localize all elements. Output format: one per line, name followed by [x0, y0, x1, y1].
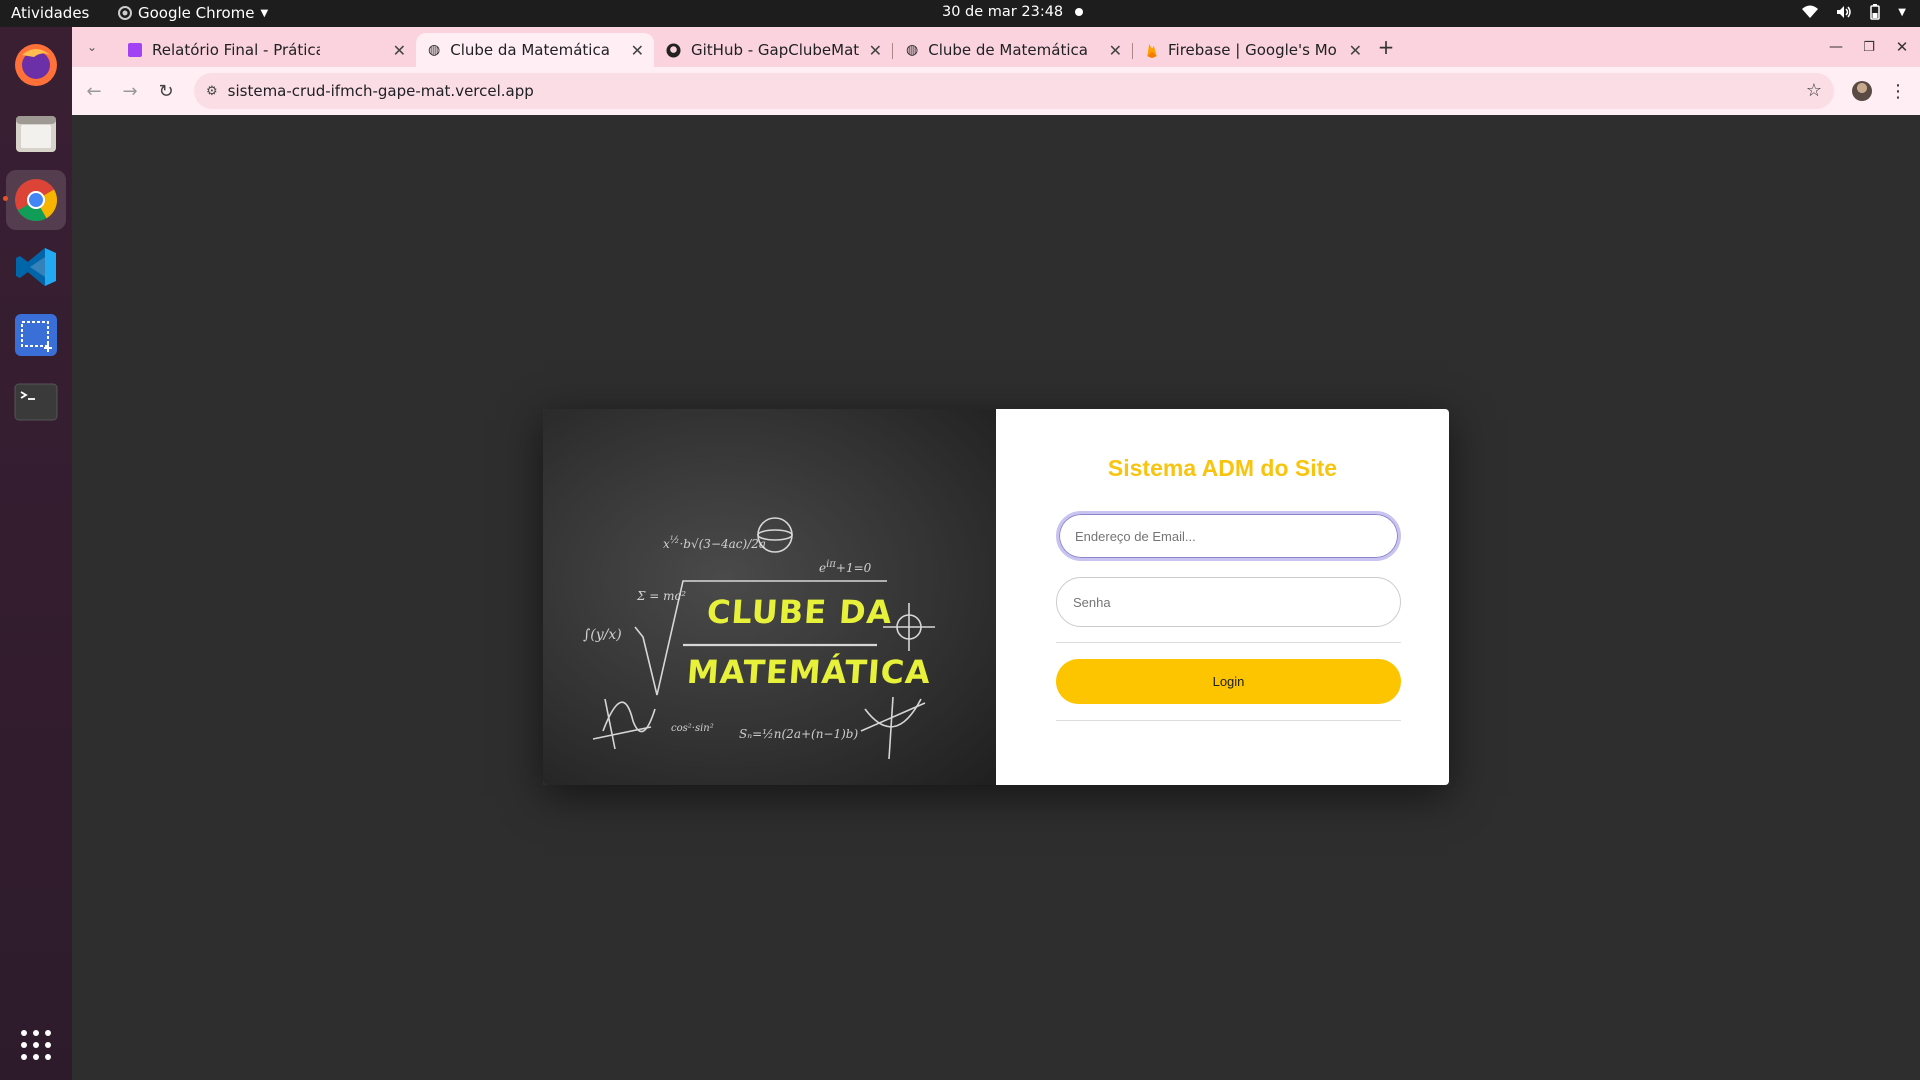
address-bar[interactable]: ⚙ sistema-crud-ifmch-gape-mat.vercel.app…	[194, 73, 1834, 109]
globe-icon: ◍	[906, 42, 919, 58]
dock-firefox[interactable]	[6, 35, 66, 95]
terminal-icon	[14, 383, 58, 421]
close-tab-icon[interactable]: ✕	[1349, 41, 1362, 60]
clock[interactable]: 30 de mar 23:48	[942, 4, 1084, 20]
banner-line-2: MATEMÁTICA	[685, 653, 933, 691]
menu-button[interactable]: ⋮	[1884, 77, 1912, 105]
chalk-formula: eiπ+1=0	[819, 559, 872, 575]
tab-clube-de-matematica[interactable]: ◍ Clube de Matemática ✕	[894, 33, 1132, 67]
kebab-menu-icon: ⋮	[1889, 80, 1907, 102]
tab-title: Firebase | Google's Mobi	[1168, 41, 1336, 59]
arrow-left-icon: ←	[86, 80, 102, 102]
dock-vscode[interactable]	[6, 237, 66, 297]
system-top-bar: Atividades Google Chrome ▼ 30 de mar 23:…	[0, 0, 1920, 27]
tab-title: Relatório Final - Práticas	[152, 41, 320, 59]
dock-terminal[interactable]	[6, 372, 66, 432]
chalk-formula: cos²·sin²	[671, 723, 714, 734]
close-tab-icon[interactable]: ✕	[869, 41, 882, 60]
close-window-button[interactable]: ✕	[1888, 33, 1916, 61]
tray-caret-icon: ▼	[1898, 6, 1906, 18]
app-grid-icon	[21, 1030, 51, 1060]
running-indicator	[3, 196, 8, 201]
form-title: Sistema ADM do Site	[1107, 455, 1338, 481]
login-form-panel: Sistema ADM do Site Login	[996, 409, 1449, 785]
page-content: x½·b√(3−4ac)/2a Σ = mc² eiπ+1=0 ∫(y/x) c…	[72, 115, 1920, 1080]
login-card: x½·b√(3−4ac)/2a Σ = mc² eiπ+1=0 ∫(y/x) c…	[543, 409, 1449, 785]
notification-dot	[1075, 8, 1084, 16]
avatar	[1852, 81, 1872, 101]
dock-chrome[interactable]	[3, 170, 66, 230]
wifi-icon	[1802, 5, 1819, 18]
chalk-formula: x½·b√(3−4ac)/2a	[663, 535, 767, 551]
tab-github[interactable]: GitHub - GapClubeMater ✕	[654, 33, 892, 67]
chrome-icon	[15, 179, 58, 222]
tab-title: Clube da Matemática	[450, 41, 610, 59]
new-tab-button[interactable]: +	[1372, 33, 1400, 61]
app-menu-label: Google Chrome	[138, 4, 255, 22]
divider	[1056, 720, 1401, 721]
divider	[1056, 642, 1401, 643]
tab-strip: ⌄ Relatório Final - Práticas ✕ ◍ Clube d…	[72, 27, 1920, 67]
dock-files[interactable]	[6, 103, 66, 163]
screenshot-icon	[15, 314, 57, 356]
vscode-icon	[16, 248, 56, 286]
tab-separator	[1132, 43, 1133, 59]
chalk-formula: ∫(y/x)	[583, 627, 622, 643]
tab-separator	[892, 43, 893, 59]
close-tab-icon[interactable]: ✕	[393, 41, 406, 60]
reload-icon: ↻	[158, 80, 174, 102]
chalk-formula: Sₙ=½n(2a+(n−1)b)	[739, 727, 859, 741]
files-icon	[16, 116, 56, 152]
tab-search-button[interactable]: ⌄	[78, 33, 106, 61]
system-tray[interactable]: ▼	[1802, 4, 1906, 20]
restore-button[interactable]: ❐	[1855, 33, 1883, 61]
app-menu[interactable]: Google Chrome ▼	[118, 4, 268, 22]
minimize-button[interactable]: —	[1822, 33, 1850, 61]
document-icon	[128, 43, 142, 57]
forward-button[interactable]: →	[116, 77, 144, 105]
site-info-icon: ⚙	[206, 83, 218, 99]
volume-icon	[1837, 6, 1852, 18]
email-field[interactable]	[1056, 511, 1401, 561]
battery-icon	[1870, 4, 1881, 20]
banner-line-1: CLUBE DA	[705, 593, 894, 631]
globe-icon: ◍	[428, 42, 441, 58]
tab-clube-da-matematica[interactable]: ◍ Clube da Matemática ✕	[416, 33, 654, 67]
profile-button[interactable]	[1848, 77, 1876, 105]
login-button[interactable]: Login	[1056, 659, 1401, 704]
firefox-icon	[15, 44, 57, 86]
close-tab-icon[interactable]: ✕	[1109, 41, 1122, 60]
clock-label: 30 de mar 23:48	[942, 4, 1064, 20]
chrome-small-icon	[118, 6, 132, 20]
firebase-icon	[1147, 43, 1157, 58]
dock	[0, 27, 72, 1080]
chevron-down-icon: ⌄	[86, 40, 98, 54]
arrow-right-icon: →	[122, 80, 138, 102]
close-tab-icon[interactable]: ✕	[631, 41, 644, 60]
caret-down-icon: ▼	[260, 7, 269, 19]
show-apps-button[interactable]	[6, 1015, 66, 1075]
bookmark-star-icon[interactable]: ☆	[1806, 80, 1822, 101]
tab-relatorio[interactable]: Relatório Final - Práticas ✕	[116, 33, 416, 67]
url-text: sistema-crud-ifmch-gape-mat.vercel.app	[227, 82, 534, 100]
close-icon: ✕	[1895, 38, 1909, 56]
tab-title: GitHub - GapClubeMater	[691, 41, 859, 59]
back-button[interactable]: ←	[80, 77, 108, 105]
plus-icon: +	[1377, 35, 1395, 59]
dock-screenshot[interactable]	[6, 305, 66, 365]
minimize-icon: —	[1829, 39, 1843, 55]
tab-title: Clube de Matemática	[928, 41, 1088, 59]
chalk-formula: Σ = mc²	[637, 589, 687, 603]
reload-button[interactable]: ↻	[152, 77, 180, 105]
restore-icon: ❐	[1863, 39, 1875, 55]
github-icon	[666, 42, 681, 58]
password-field[interactable]	[1056, 577, 1401, 627]
chrome-window: ⌄ Relatório Final - Práticas ✕ ◍ Clube d…	[72, 27, 1920, 1080]
browser-toolbar: ← → ↻ ⚙ sistema-crud-ifmch-gape-mat.verc…	[72, 67, 1920, 115]
activities-button[interactable]: Atividades	[11, 4, 89, 22]
chalkboard-banner: x½·b√(3−4ac)/2a Σ = mc² eiπ+1=0 ∫(y/x) c…	[543, 409, 996, 785]
tab-firebase[interactable]: Firebase | Google's Mobi ✕	[1134, 33, 1372, 67]
